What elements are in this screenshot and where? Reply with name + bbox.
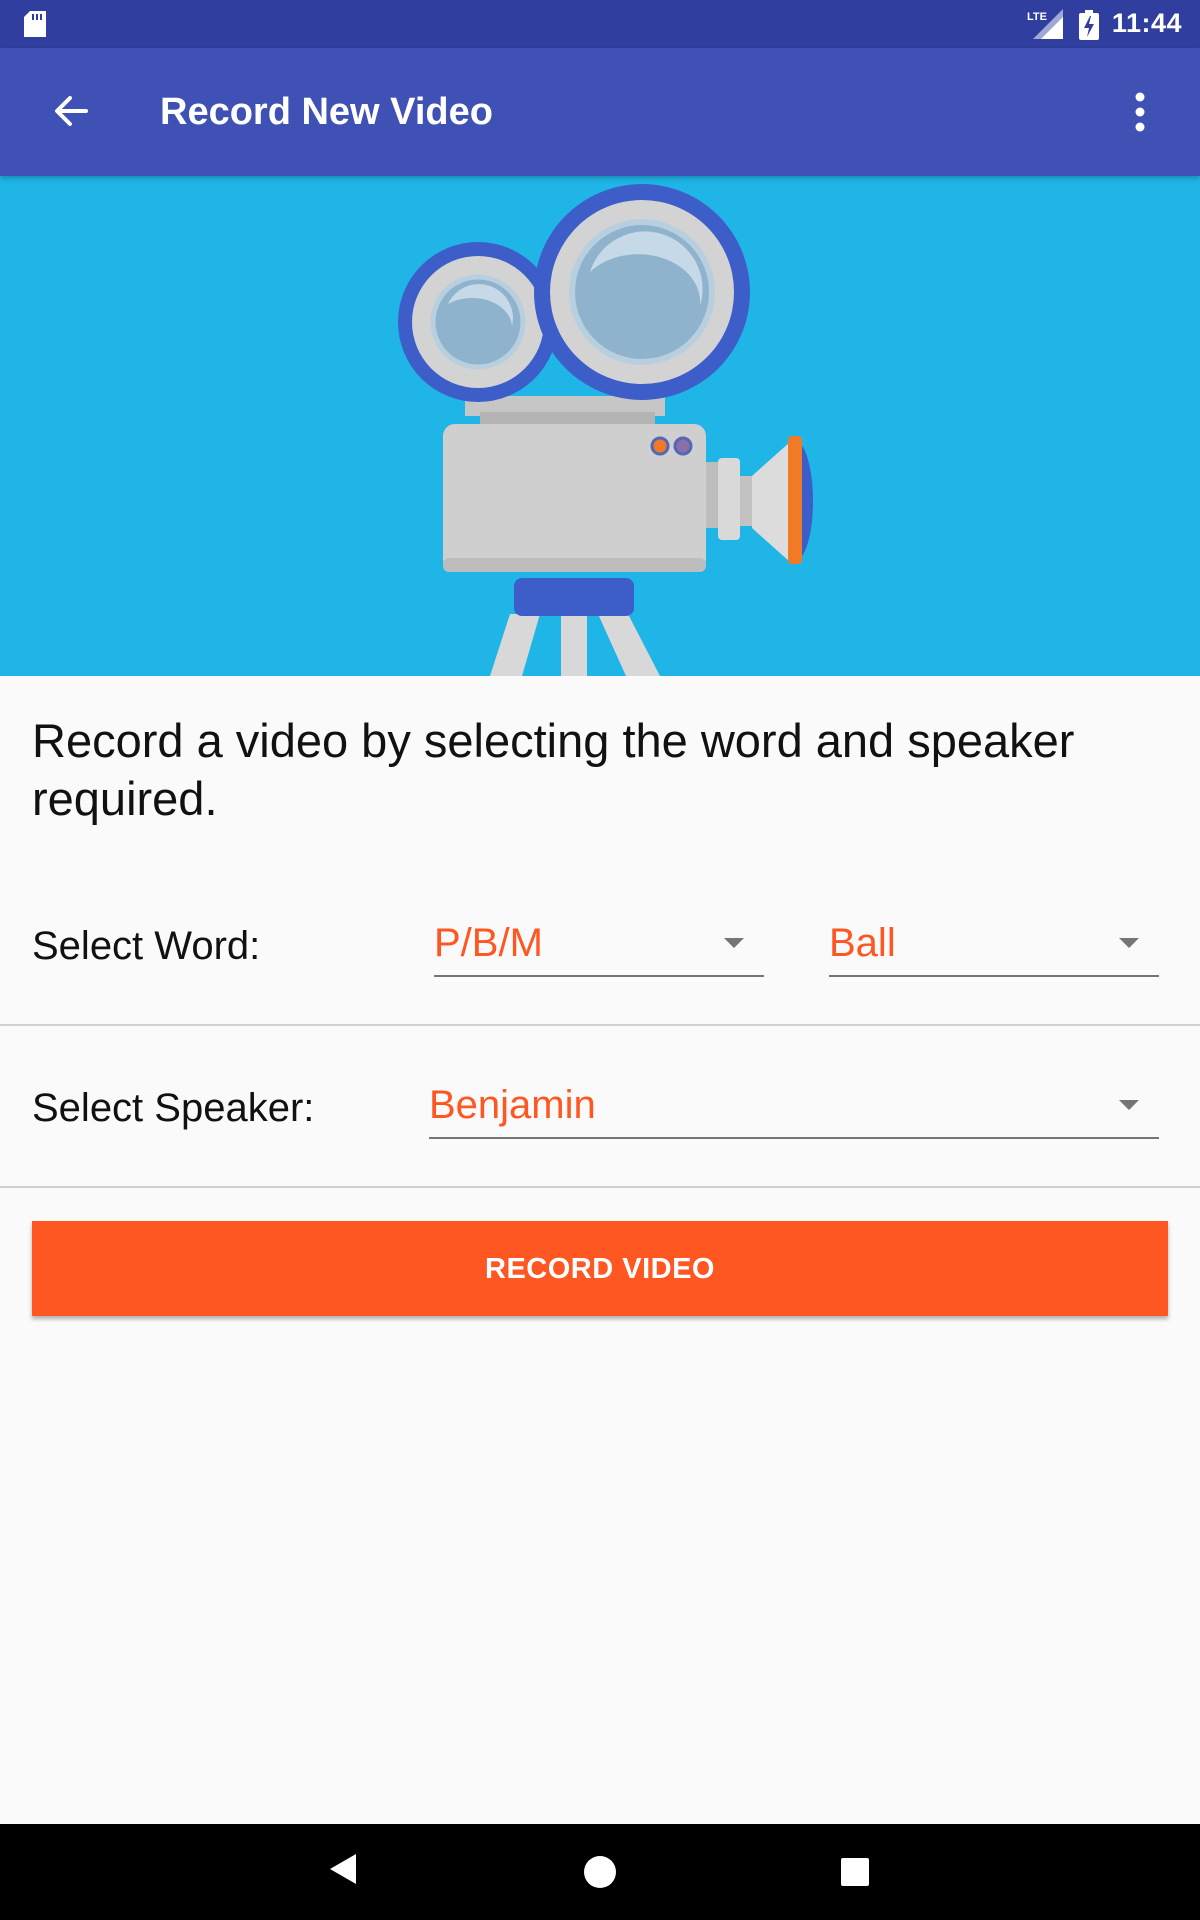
select-speaker-label: Select Speaker: [32, 1086, 315, 1130]
video-camera-illustration [398, 184, 813, 676]
navigation-bar [0, 1824, 1200, 1920]
lte-signal-icon: LTE [1027, 9, 1063, 44]
battery-charging-icon [1079, 10, 1099, 45]
word-value: Ball [829, 921, 896, 965]
hero-banner [0, 176, 1200, 676]
status-bar: LTE 11:44 [0, 0, 1200, 48]
dropdown-arrow-icon [1119, 938, 1139, 948]
more-vert-icon[interactable] [1124, 92, 1156, 137]
back-arrow-icon[interactable] [52, 93, 92, 134]
lte-label: LTE [1027, 11, 1047, 23]
divider [0, 1024, 1200, 1026]
word-group-value: P/B/M [434, 921, 543, 965]
record-video-button[interactable]: RECORD VIDEO [32, 1221, 1168, 1316]
word-group-dropdown[interactable]: P/B/M [434, 915, 764, 977]
select-word-label: Select Word: [32, 924, 261, 968]
nav-back-icon[interactable] [328, 1852, 358, 1891]
divider [0, 1186, 1200, 1188]
status-time: 11:44 [1111, 8, 1182, 38]
nav-recents-icon[interactable] [841, 1858, 869, 1891]
instructions-text: Record a video by selecting the word and… [32, 714, 1075, 825]
nav-home-icon[interactable] [584, 1856, 616, 1893]
page-title: Record New Video [160, 91, 493, 133]
dropdown-arrow-icon [724, 938, 744, 948]
speaker-dropdown[interactable]: Benjamin [429, 1077, 1159, 1139]
dropdown-arrow-icon [1119, 1100, 1139, 1110]
word-dropdown[interactable]: Ball [829, 915, 1159, 977]
app-bar: Record New Video [0, 48, 1200, 176]
sd-card-icon [24, 11, 46, 42]
speaker-value: Benjamin [429, 1083, 596, 1127]
